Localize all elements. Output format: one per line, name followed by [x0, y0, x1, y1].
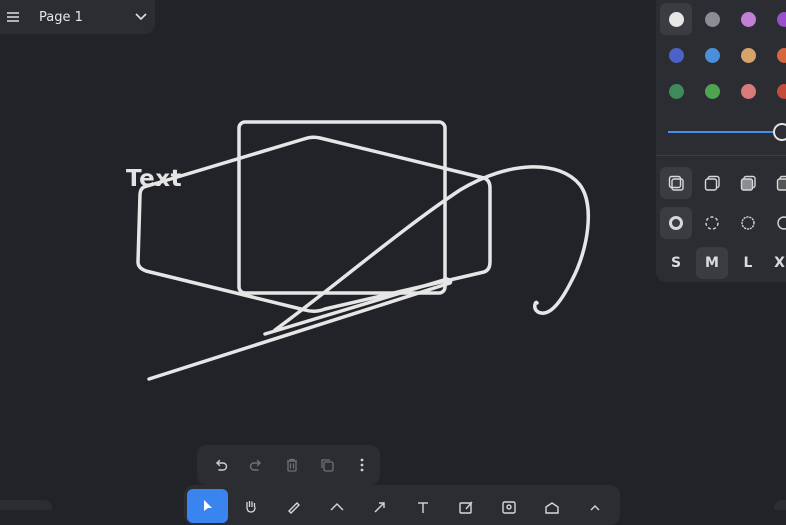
- image-tool-icon[interactable]: [488, 489, 529, 523]
- page-menu[interactable]: Page 1: [0, 0, 155, 34]
- dash-solid-icon[interactable]: [768, 207, 786, 239]
- size-large-button[interactable]: L: [732, 247, 764, 279]
- eraser-tool-icon[interactable]: [316, 489, 357, 523]
- size-small-button[interactable]: S: [660, 247, 692, 279]
- bottom-left-panel-edge: [0, 500, 52, 510]
- color-swatch-light-violet[interactable]: [732, 3, 764, 35]
- hamburger-icon[interactable]: [0, 0, 26, 34]
- color-swatch-light-blue[interactable]: [696, 39, 728, 71]
- color-swatch-violet[interactable]: [768, 3, 786, 35]
- hexagon-shape: [138, 137, 490, 311]
- size-xl-button[interactable]: XL: [768, 247, 786, 279]
- fill-none-icon[interactable]: [660, 167, 692, 199]
- fill-semi-icon[interactable]: [696, 167, 728, 199]
- bottom-right-panel-edge: [774, 500, 786, 510]
- fill-solid-icon[interactable]: [732, 167, 764, 199]
- undo-icon[interactable]: [203, 447, 238, 483]
- more-tools-icon[interactable]: [574, 489, 615, 523]
- more-icon[interactable]: [345, 447, 380, 483]
- shape-tool-icon[interactable]: [531, 489, 572, 523]
- duplicate-icon[interactable]: [309, 447, 344, 483]
- dash-dashed-icon[interactable]: [696, 207, 728, 239]
- style-panel: S M L XL: [656, 0, 786, 282]
- select-tool-icon[interactable]: [187, 489, 228, 523]
- color-swatch-yellow[interactable]: [732, 39, 764, 71]
- color-swatch-light-green[interactable]: [696, 75, 728, 107]
- panel-divider: [656, 155, 786, 156]
- dash-draw-icon[interactable]: [660, 207, 692, 239]
- trash-icon[interactable]: [274, 447, 309, 483]
- text-tool-icon[interactable]: [402, 489, 443, 523]
- draw-tool-icon[interactable]: [273, 489, 314, 523]
- arrow-tool-icon[interactable]: [359, 489, 400, 523]
- opacity-slider-track[interactable]: [668, 131, 786, 133]
- color-swatch-grey[interactable]: [696, 3, 728, 35]
- fill-pattern-icon[interactable]: [768, 167, 786, 199]
- size-medium-button[interactable]: M: [696, 247, 728, 279]
- canvas-text-shape[interactable]: Text: [126, 166, 182, 192]
- freehand-shape: [275, 167, 588, 330]
- action-bar: [197, 445, 380, 485]
- color-swatch-white[interactable]: [660, 3, 692, 35]
- main-toolbar: [184, 485, 620, 525]
- opacity-slider-thumb[interactable]: [773, 123, 786, 141]
- note-tool-icon[interactable]: [445, 489, 486, 523]
- redo-icon[interactable]: [238, 447, 273, 483]
- color-swatch-orange[interactable]: [768, 39, 786, 71]
- color-swatch-green[interactable]: [660, 75, 692, 107]
- color-swatch-blue[interactable]: [660, 39, 692, 71]
- color-swatch-red[interactable]: [768, 75, 786, 107]
- dash-dotted-icon[interactable]: [732, 207, 764, 239]
- hand-tool-icon[interactable]: [230, 489, 271, 523]
- color-swatch-light-red[interactable]: [732, 75, 764, 107]
- page-name: Page 1: [39, 10, 127, 25]
- chevron-down-icon[interactable]: [127, 0, 155, 34]
